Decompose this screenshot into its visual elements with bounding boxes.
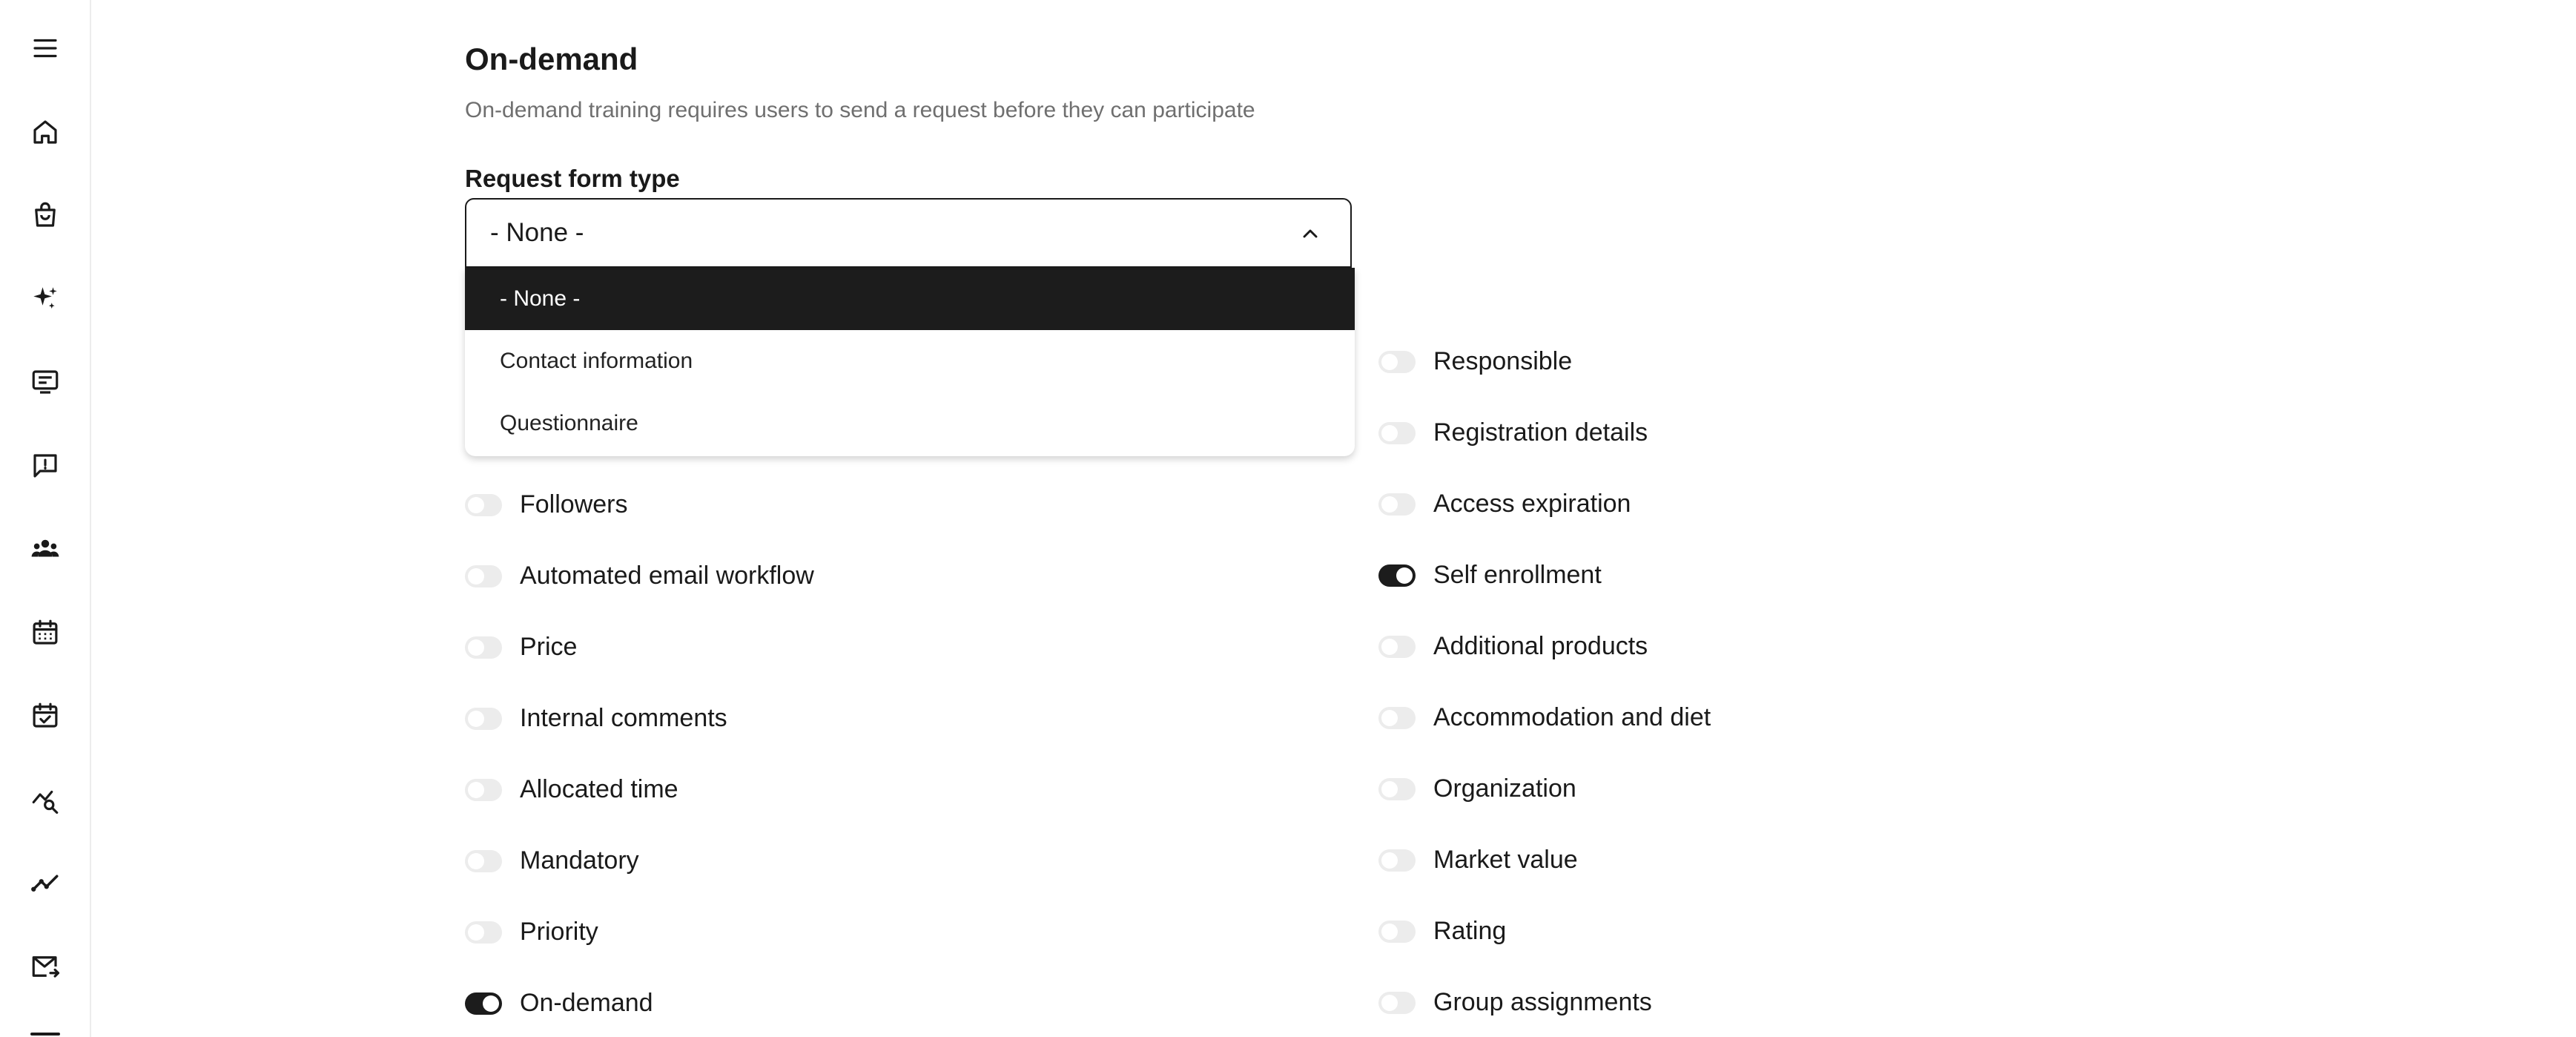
analytics-search-icon[interactable] bbox=[0, 766, 90, 833]
toggle-label: On-demand bbox=[520, 989, 653, 1017]
toggle-knob bbox=[468, 924, 484, 941]
users-group-icon[interactable] bbox=[0, 516, 90, 582]
calendar-icon[interactable] bbox=[0, 599, 90, 666]
toggle-row-automated-email-workflow[interactable]: Automated email workflow bbox=[465, 562, 814, 590]
toggle-knob bbox=[1381, 424, 1398, 441]
toggle-row-group-assignments[interactable]: Group assignments bbox=[1378, 988, 1652, 1017]
toggle-row-internal-comments[interactable]: Internal comments bbox=[465, 704, 727, 733]
toggle-row-priority[interactable]: Priority bbox=[465, 918, 598, 947]
toggle-switch[interactable] bbox=[1378, 564, 1416, 587]
toggle-switch[interactable] bbox=[1378, 849, 1416, 872]
option-none[interactable]: - None - bbox=[465, 268, 1355, 330]
toggle-knob bbox=[1381, 496, 1398, 513]
toggle-label: Rating bbox=[1433, 917, 1507, 945]
toggle-label: Accommodation and diet bbox=[1433, 703, 1711, 731]
menu-icon[interactable] bbox=[0, 15, 90, 82]
toggle-switch[interactable] bbox=[465, 992, 502, 1015]
toggle-knob bbox=[483, 995, 499, 1012]
toggle-label: Priority bbox=[520, 918, 598, 946]
request-form-type-dropdown: - None - Contact information Questionnai… bbox=[465, 268, 1355, 456]
toggle-label: Organization bbox=[1433, 774, 1576, 803]
request-form-type-select[interactable]: - None - bbox=[465, 198, 1352, 268]
toggle-label: Allocated time bbox=[520, 775, 678, 803]
toggle-row-accommodation-and-diet[interactable]: Accommodation and diet bbox=[1378, 703, 1711, 732]
toggle-row-on-demand[interactable]: On-demand bbox=[465, 989, 653, 1018]
calendar-check-icon[interactable] bbox=[0, 682, 90, 749]
more-icon bbox=[30, 1033, 60, 1036]
toggle-knob bbox=[1381, 709, 1398, 726]
toggle-label: Internal comments bbox=[520, 704, 727, 732]
toggle-row-mandatory[interactable]: Mandatory bbox=[465, 846, 639, 875]
toggle-switch[interactable] bbox=[1378, 777, 1416, 800]
toggle-knob bbox=[1381, 923, 1398, 940]
toggle-knob bbox=[1381, 780, 1398, 797]
toggle-knob bbox=[1381, 638, 1398, 655]
toggle-switch[interactable] bbox=[1378, 991, 1416, 1014]
toggle-knob bbox=[468, 710, 484, 727]
toggle-label: Access expiration bbox=[1433, 490, 1631, 518]
toggle-row-organization[interactable]: Organization bbox=[1378, 774, 1576, 803]
toggle-row-access-expiration[interactable]: Access expiration bbox=[1378, 490, 1631, 518]
toggle-switch[interactable] bbox=[1378, 635, 1416, 658]
toggle-row-responsible[interactable]: Responsible bbox=[1378, 347, 1572, 376]
toggle-row-registration-details[interactable]: Registration details bbox=[1378, 418, 1648, 447]
feedback-alert-icon[interactable] bbox=[0, 432, 90, 499]
toggle-label: Market value bbox=[1433, 846, 1578, 874]
toggle-knob bbox=[1396, 567, 1413, 584]
toggle-knob bbox=[1381, 852, 1398, 869]
toggle-switch[interactable] bbox=[1378, 706, 1416, 729]
section-description: On-demand training requires users to sen… bbox=[465, 98, 1255, 122]
toggle-label: Followers bbox=[520, 490, 628, 518]
selected-value: - None - bbox=[490, 218, 584, 247]
toggle-label: Responsible bbox=[1433, 347, 1573, 375]
toggle-row-market-value[interactable]: Market value bbox=[1378, 846, 1578, 875]
home-icon[interactable] bbox=[0, 99, 90, 165]
toggle-switch[interactable] bbox=[465, 778, 502, 801]
toggle-label: Price bbox=[520, 633, 578, 661]
toggle-switch[interactable] bbox=[465, 849, 502, 872]
option-questionnaire[interactable]: Questionnaire bbox=[465, 392, 1355, 455]
toggle-label: Automated email workflow bbox=[520, 562, 814, 590]
toggle-row-price[interactable]: Price bbox=[465, 633, 577, 662]
toggle-knob bbox=[468, 781, 484, 798]
toggle-switch[interactable] bbox=[465, 707, 502, 730]
toggle-label: Additional products bbox=[1433, 632, 1648, 660]
presentation-icon[interactable] bbox=[0, 349, 90, 415]
toggle-switch[interactable] bbox=[465, 921, 502, 944]
section-title: On-demand bbox=[465, 42, 638, 76]
toggle-label: Mandatory bbox=[520, 846, 639, 875]
toggle-switch[interactable] bbox=[1378, 920, 1416, 943]
toggle-knob bbox=[468, 639, 484, 656]
toggle-row-rating[interactable]: Rating bbox=[1378, 917, 1506, 946]
option-contact-information[interactable]: Contact information bbox=[465, 330, 1355, 392]
request-form-type-label: Request form type bbox=[465, 165, 680, 192]
toggle-knob bbox=[468, 496, 484, 513]
toggle-knob bbox=[1381, 994, 1398, 1011]
toggle-knob bbox=[1381, 353, 1398, 370]
toggle-switch[interactable] bbox=[465, 493, 502, 516]
toggle-switch[interactable] bbox=[1378, 493, 1416, 516]
toggle-label: Group assignments bbox=[1433, 988, 1652, 1016]
toggle-label: Self enrollment bbox=[1433, 561, 1602, 589]
chevron-up-icon bbox=[1303, 229, 1318, 238]
toggle-knob bbox=[468, 567, 484, 585]
toggle-row-followers[interactable]: Followers bbox=[465, 490, 627, 519]
toggle-switch[interactable] bbox=[465, 564, 502, 587]
toggle-row-self-enrollment[interactable]: Self enrollment bbox=[1378, 561, 1602, 590]
trending-up-icon[interactable] bbox=[0, 849, 90, 916]
mail-forward-icon[interactable] bbox=[0, 933, 90, 1000]
toggle-label: Registration details bbox=[1433, 418, 1648, 447]
sparkles-icon[interactable] bbox=[0, 266, 90, 332]
toggle-row-additional-products[interactable]: Additional products bbox=[1378, 632, 1648, 661]
toggle-switch[interactable] bbox=[1378, 350, 1416, 373]
toggle-switch[interactable] bbox=[465, 636, 502, 659]
toggle-switch[interactable] bbox=[1378, 421, 1416, 444]
shopping-bag-icon[interactable] bbox=[0, 182, 90, 248]
sidebar bbox=[0, 0, 91, 1037]
toggle-row-allocated-time[interactable]: Allocated time bbox=[465, 775, 678, 804]
toggle-knob bbox=[468, 852, 484, 869]
